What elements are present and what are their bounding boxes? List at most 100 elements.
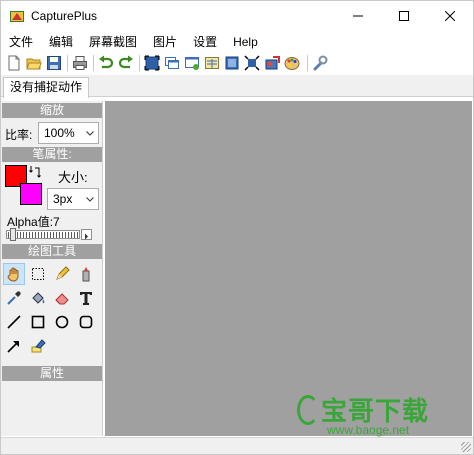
pen-size-select[interactable]: 3px xyxy=(47,188,99,210)
canvas-area[interactable] xyxy=(105,101,472,436)
menu-help[interactable]: Help xyxy=(225,32,266,52)
capture-window-button[interactable] xyxy=(163,54,181,72)
capture-window-icon xyxy=(165,57,179,69)
rectangle-tool[interactable] xyxy=(27,311,49,333)
options-button[interactable] xyxy=(311,54,329,72)
toolbar-separator xyxy=(67,55,68,71)
line-icon xyxy=(7,315,21,329)
zoom-ratio-select[interactable]: 100% xyxy=(38,122,99,144)
color-picker-icon xyxy=(284,57,300,70)
fill-bucket-icon xyxy=(32,292,45,304)
fill-tool[interactable] xyxy=(27,287,49,309)
menu-bar: 文件 编辑 屏幕截图 图片 设置 Help xyxy=(1,32,473,52)
status-bar xyxy=(1,437,473,454)
toolbar-separator xyxy=(307,55,308,71)
menu-file[interactable]: 文件 xyxy=(1,32,41,52)
minimize-button[interactable] xyxy=(335,1,381,31)
resize-grip-icon[interactable] xyxy=(461,442,471,452)
window-title: CapturePlus xyxy=(31,9,98,23)
capture-freehand-icon xyxy=(265,56,280,70)
app-window: CapturePlus 文件 编辑 屏幕截图 图片 设置 Help 没有捕捉动作… xyxy=(0,0,474,455)
ellipse-icon xyxy=(55,315,69,329)
ellipse-tool[interactable] xyxy=(51,311,73,333)
toolbar xyxy=(1,52,473,74)
rounded-rect-tool[interactable] xyxy=(75,311,97,333)
capture-fullscreen-button[interactable] xyxy=(143,54,161,72)
selection-rect-icon xyxy=(32,268,44,280)
text-icon xyxy=(80,292,92,305)
capture-object-button[interactable] xyxy=(223,54,241,72)
text-tool[interactable] xyxy=(75,287,97,309)
menu-edit[interactable]: 编辑 xyxy=(41,32,81,52)
toolbar-separator xyxy=(93,55,94,71)
open-button[interactable] xyxy=(25,54,43,72)
capture-fixed-region-button[interactable] xyxy=(243,54,261,72)
select-rect-tool[interactable] xyxy=(27,263,49,285)
capture-fullscreen-icon xyxy=(144,55,160,71)
alpha-slider-track[interactable] xyxy=(6,230,80,239)
pencil-tool[interactable] xyxy=(51,263,73,285)
settings-wrench-icon xyxy=(313,55,328,71)
capture-freehand-button[interactable] xyxy=(263,54,281,72)
maximize-button[interactable] xyxy=(381,1,427,31)
capture-region-icon xyxy=(185,57,199,70)
watermark: 宝哥下载 www.baoge.net xyxy=(297,393,457,443)
slider-ticks xyxy=(8,232,78,238)
menu-screenshot[interactable]: 屏幕截图 xyxy=(81,32,145,52)
eyedropper-tool[interactable] xyxy=(3,287,25,309)
marker-icon xyxy=(82,267,90,282)
menu-settings[interactable]: 设置 xyxy=(185,32,225,52)
capture-region-button[interactable] xyxy=(183,54,201,72)
close-button[interactable] xyxy=(427,1,473,31)
pencil-icon xyxy=(56,266,70,280)
hand-tool[interactable] xyxy=(3,263,25,285)
print-button[interactable] xyxy=(71,54,89,72)
tab-no-capture[interactable]: 没有捕捉动作 xyxy=(3,77,90,98)
line-tool[interactable] xyxy=(3,311,25,333)
watermark-url: www.baoge.net xyxy=(327,423,410,437)
zoom-ratio-label: 比率: xyxy=(5,128,33,142)
zoom-ratio-value: 100% xyxy=(44,126,75,140)
new-file-icon xyxy=(8,55,20,71)
chevron-right-icon xyxy=(85,233,88,240)
color-picker-button[interactable] xyxy=(283,54,301,72)
redo-icon xyxy=(118,55,133,69)
alpha-slider-thumb[interactable] xyxy=(10,228,16,241)
title-bar: CapturePlus xyxy=(1,1,473,31)
open-folder-icon xyxy=(26,58,42,70)
undo-button[interactable] xyxy=(97,54,115,72)
rounded-rect-icon xyxy=(79,315,93,329)
alpha-slider-step-button[interactable] xyxy=(81,229,92,240)
marker-tool[interactable] xyxy=(75,263,97,285)
maximize-icon xyxy=(399,11,409,21)
toolbar-separator xyxy=(139,55,140,71)
capture-fixed-region-icon xyxy=(244,55,260,71)
background-color-swatch[interactable] xyxy=(20,183,42,205)
redo-button[interactable] xyxy=(117,54,135,72)
save-button[interactable] xyxy=(45,54,63,72)
zoom-section-header: 缩放 xyxy=(2,103,102,118)
capture-menu-button[interactable] xyxy=(203,54,221,72)
hand-icon xyxy=(7,267,19,282)
capture-object-icon xyxy=(225,56,239,70)
watermark-logo-icon xyxy=(297,395,319,425)
tab-strip: 没有捕捉动作 xyxy=(1,75,473,98)
capture-menu-icon xyxy=(205,57,219,69)
swap-colors-icon[interactable] xyxy=(29,165,41,179)
chevron-down-icon xyxy=(86,131,94,136)
print-icon xyxy=(73,56,87,70)
highlighter-tool[interactable] xyxy=(27,335,49,357)
rectangle-icon xyxy=(31,315,45,329)
new-file-button[interactable] xyxy=(5,54,23,72)
properties-section-header: 属性 xyxy=(2,366,102,381)
pen-section-header: 笔属性: xyxy=(2,147,102,162)
eraser-tool[interactable] xyxy=(51,287,73,309)
eraser-icon xyxy=(55,293,69,305)
arrow-tool[interactable] xyxy=(3,335,25,357)
tools-section-header: 绘图工具 xyxy=(2,244,102,259)
capture-plus-app-icon xyxy=(9,8,25,24)
close-icon xyxy=(445,11,455,21)
menu-image[interactable]: 图片 xyxy=(145,32,185,52)
arrow-icon xyxy=(7,341,19,353)
undo-icon xyxy=(99,55,114,69)
